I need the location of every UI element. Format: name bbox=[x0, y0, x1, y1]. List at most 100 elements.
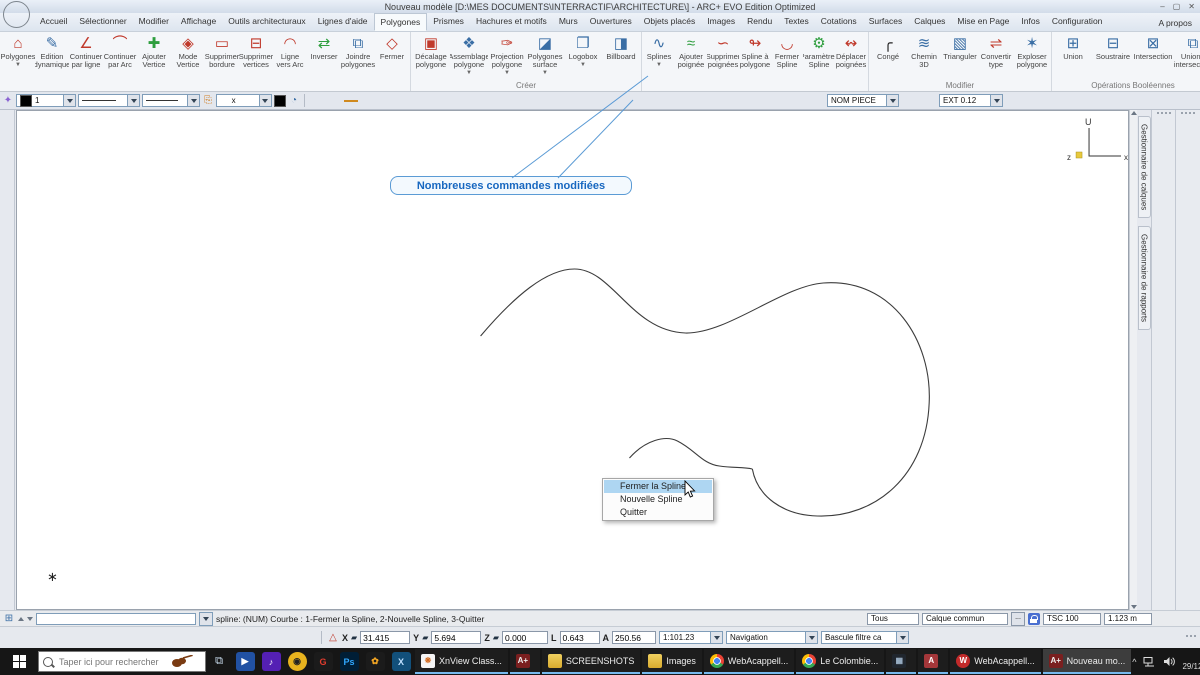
menu-tab[interactable]: Textes bbox=[778, 13, 815, 31]
layer-scope-field[interactable]: Tous bbox=[867, 613, 919, 625]
scroll-up-icon[interactable] bbox=[1131, 111, 1137, 115]
ribbon-button[interactable]: ❖ Assemblage polygone ▼ bbox=[450, 34, 488, 77]
scroll-down-icon[interactable] bbox=[1131, 605, 1137, 609]
taskbar-clock[interactable]: 12:24 29/12/2024 bbox=[1182, 652, 1200, 672]
arcplus-logo-icon[interactable] bbox=[3, 1, 30, 28]
angle-field[interactable]: 250.56 bbox=[612, 631, 656, 644]
pinned-app[interactable]: ✿ bbox=[363, 650, 387, 674]
taskbar-window-button[interactable]: ❋ XnView Class... bbox=[415, 649, 508, 674]
piece-name-combo[interactable]: NOM PIECE bbox=[827, 94, 899, 107]
toolbar-grip[interactable] bbox=[1181, 112, 1195, 117]
selection-wand-icon[interactable]: ✦ bbox=[2, 93, 14, 108]
taskbar-window-button[interactable]: ▦ bbox=[886, 649, 916, 674]
ribbon-button[interactable]: ⊞ Union bbox=[1053, 34, 1093, 61]
ribbon-button[interactable]: ✶ Exploser polygone bbox=[1014, 34, 1050, 69]
ribbon-button[interactable]: ▧ Trianguler bbox=[942, 34, 978, 61]
volume-icon[interactable] bbox=[1163, 656, 1175, 667]
pen-color-combo[interactable]: 1 bbox=[16, 94, 76, 107]
ribbon-button[interactable]: ⌂ Polygones ▼ bbox=[1, 34, 35, 69]
ribbon-button[interactable]: ✎ Edition dynamique bbox=[35, 34, 69, 69]
menu-tab-about[interactable]: A propos bbox=[1150, 15, 1200, 31]
taskbar-window-button[interactable]: W WebAcappell... bbox=[950, 649, 1040, 674]
ribbon-button[interactable]: ◈ Mode Vertice bbox=[171, 34, 205, 69]
canvas-vertical-scrollbar[interactable] bbox=[1129, 110, 1137, 610]
ribbon-button[interactable]: ⇌ Convertir type bbox=[978, 34, 1014, 69]
taskbar-search[interactable] bbox=[38, 651, 206, 672]
tsc-field[interactable]: TSC 100 bbox=[1043, 613, 1101, 625]
ribbon-button[interactable]: ▭ Supprimer bordure bbox=[205, 34, 239, 69]
ribbon-button[interactable]: ✚ Ajouter Vertice bbox=[137, 34, 171, 69]
ribbon-button[interactable]: ◪ Polygones surface ▼ bbox=[526, 34, 564, 77]
scale-combo[interactable]: 1:101.23 bbox=[659, 631, 723, 644]
taskbar-window-button[interactable]: A bbox=[918, 649, 948, 674]
filter-combo[interactable]: Bascule filtre ca bbox=[821, 631, 909, 644]
y-coordinate-field[interactable]: 5.694 bbox=[431, 631, 481, 644]
menu-tab[interactable]: Cotations bbox=[815, 13, 863, 31]
menu-tab[interactable]: Polygones bbox=[374, 13, 428, 31]
menu-tab[interactable]: Murs bbox=[553, 13, 584, 31]
menu-tab[interactable]: Accueil bbox=[34, 13, 73, 31]
menu-tab[interactable]: Mise en Page bbox=[951, 13, 1015, 31]
layer-browse-button[interactable]: ... bbox=[1011, 612, 1025, 626]
ribbon-button[interactable]: ⊠ Intersection bbox=[1133, 34, 1173, 61]
ribbon-button[interactable]: ⊟ Soustraire bbox=[1093, 34, 1133, 61]
taskbar-window-button[interactable]: A+ bbox=[510, 649, 540, 674]
menu-tab[interactable]: Rendu bbox=[741, 13, 778, 31]
menu-tab[interactable]: Objets placés bbox=[638, 13, 702, 31]
history-down-icon[interactable] bbox=[27, 617, 33, 621]
network-icon[interactable] bbox=[1143, 656, 1156, 667]
pinned-app[interactable]: X bbox=[389, 650, 413, 674]
menu-tab[interactable]: Surfaces bbox=[863, 13, 909, 31]
ribbon-button[interactable]: ↬ Spline à polygone bbox=[739, 34, 771, 69]
command-dropdown[interactable] bbox=[199, 612, 213, 626]
z-coordinate-field[interactable]: 0.000 bbox=[502, 631, 548, 644]
ribbon-button[interactable]: ∽ Supprimer poignées bbox=[707, 34, 739, 69]
ribbon-button[interactable]: ⧉ Joindre polygones bbox=[341, 34, 375, 69]
ribbon-button[interactable]: ⊟ Supprimer vertices bbox=[239, 34, 273, 69]
delta-toggle-icon[interactable]: △ bbox=[327, 631, 339, 645]
ribbon-button[interactable]: ◇ Fermer bbox=[375, 34, 409, 61]
context-menu-item[interactable]: Nouvelle Spline bbox=[604, 493, 712, 506]
context-menu-item[interactable]: Quitter bbox=[604, 506, 712, 519]
command-grid-icon[interactable]: ⊞ bbox=[3, 611, 15, 626]
menu-tab[interactable]: Hachures et motifs bbox=[470, 13, 553, 31]
taskbar-window-button[interactable]: A+ Nouveau mo... bbox=[1043, 649, 1132, 674]
ribbon-button[interactable]: ∠ Continuer par ligne bbox=[69, 34, 103, 69]
style-copy-icon[interactable]: ⎘ bbox=[202, 93, 214, 108]
taskbar-window-button[interactable]: Le Colombie... bbox=[796, 649, 884, 674]
menu-tab[interactable]: Modifier bbox=[133, 13, 175, 31]
ribbon-button[interactable]: ✑ Projection polygone ▼ bbox=[488, 34, 526, 77]
hatch-combo[interactable]: x bbox=[216, 94, 272, 107]
ribbon-button[interactable]: ◡ Fermer Spline bbox=[771, 34, 803, 69]
ribbon-button[interactable]: ≈ Ajouter poignée bbox=[675, 34, 707, 69]
menu-tab[interactable]: Ouvertures bbox=[584, 13, 638, 31]
side-panel-tab[interactable]: Gestionnaire de rapports bbox=[1138, 226, 1151, 330]
pinned-app[interactable]: ◉ bbox=[285, 650, 309, 674]
ribbon-button[interactable]: ╭ Congé bbox=[870, 34, 906, 61]
ribbon-button[interactable]: ↭ Déplacer poignées bbox=[835, 34, 867, 69]
search-input[interactable] bbox=[57, 656, 165, 668]
menu-tab[interactable]: Lignes d'aide bbox=[312, 13, 374, 31]
current-layer-field[interactable]: Calque commun bbox=[922, 613, 1008, 625]
x-lock-icon[interactable]: ▰ bbox=[351, 633, 357, 642]
menu-tab[interactable]: Outils architecturaux bbox=[222, 13, 311, 31]
ribbon-button[interactable]: ⧉ Union - intersection bbox=[1173, 34, 1200, 69]
task-view-icon[interactable]: ⧉ bbox=[207, 650, 231, 674]
menu-tab[interactable]: Sélectionner bbox=[73, 13, 132, 31]
ribbon-button[interactable]: ∿ Splines ▼ bbox=[643, 34, 675, 69]
maximize-button[interactable]: ▢ bbox=[1173, 2, 1181, 11]
line-style-combo[interactable] bbox=[78, 94, 140, 107]
side-panel-tab[interactable]: Gestionnaire de calques bbox=[1138, 116, 1151, 218]
taskbar-window-button[interactable]: SCREENSHOTS bbox=[542, 649, 641, 674]
length-field[interactable]: 0.643 bbox=[560, 631, 600, 644]
menu-tab[interactable]: Images bbox=[701, 13, 741, 31]
pinned-app[interactable]: ♪ bbox=[259, 650, 283, 674]
y-lock-icon[interactable]: ▰ bbox=[422, 633, 428, 642]
layer-lock-icon[interactable] bbox=[1028, 613, 1040, 625]
ribbon-button[interactable]: ⇄ Inverser bbox=[307, 34, 341, 61]
pinned-app[interactable]: Ps bbox=[337, 650, 361, 674]
history-up-icon[interactable] bbox=[18, 617, 24, 621]
taskbar-window-button[interactable]: WebAcappell... bbox=[704, 649, 794, 674]
ribbon-button[interactable]: ⌒ Continuer par Arc bbox=[103, 34, 137, 69]
z-lock-icon[interactable]: ▰ bbox=[493, 633, 499, 642]
